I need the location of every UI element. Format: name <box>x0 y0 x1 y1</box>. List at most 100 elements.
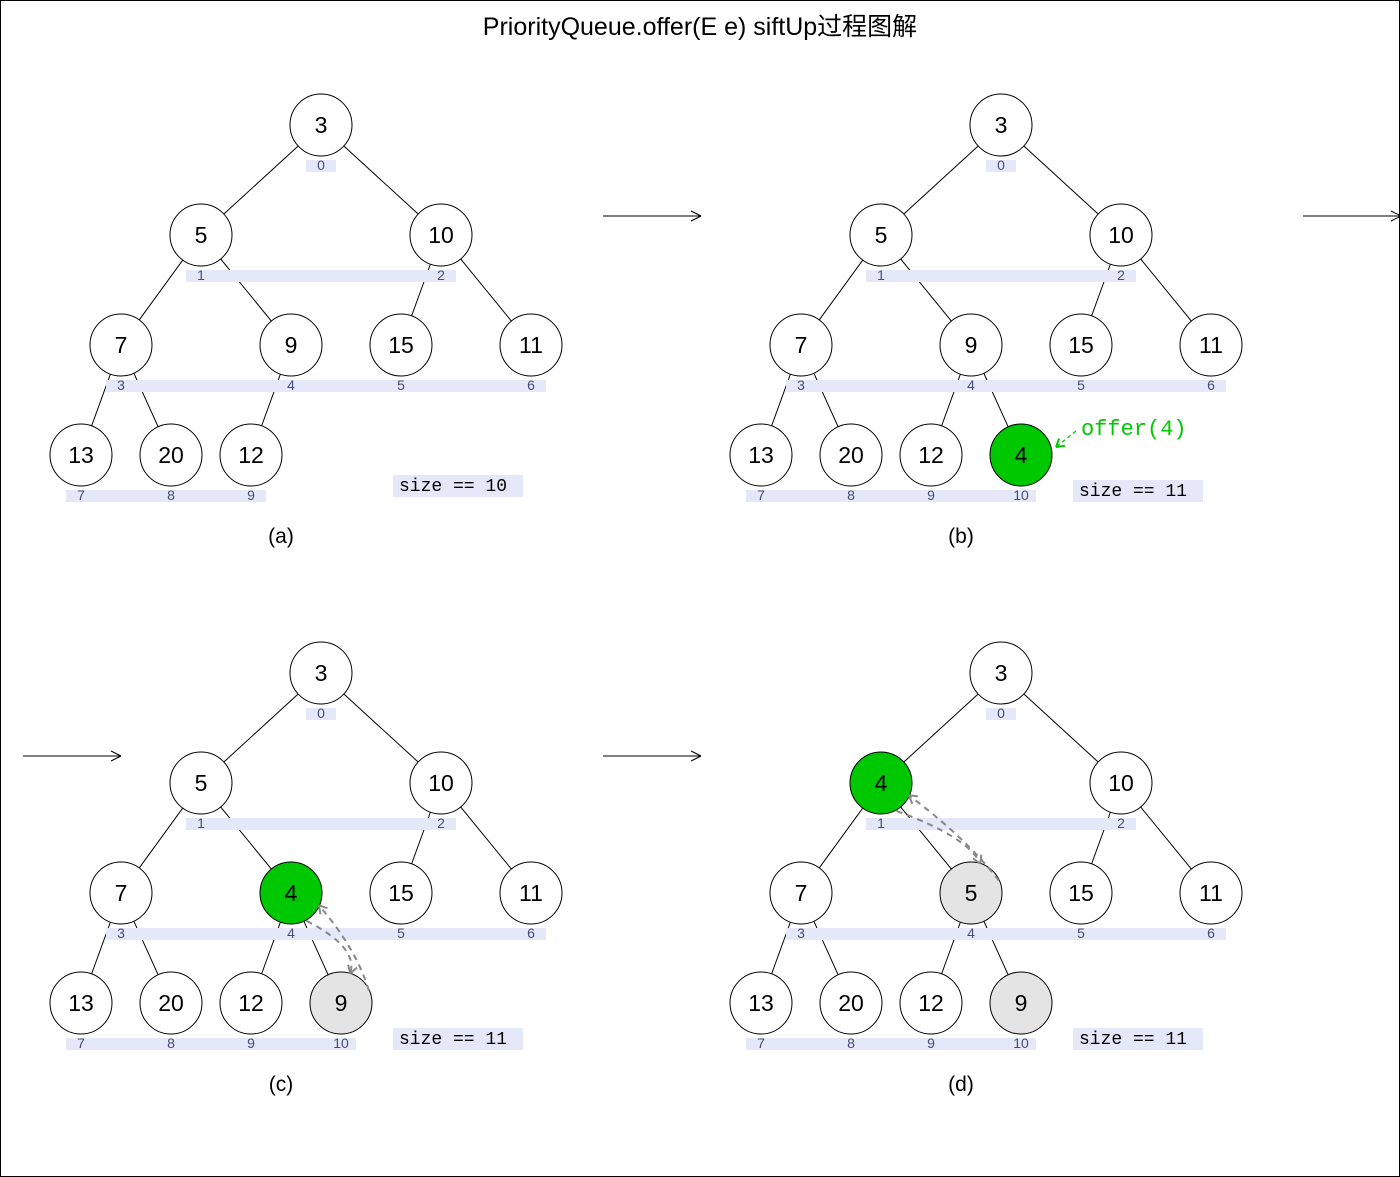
node-index: 8 <box>847 1035 855 1051</box>
node-index: 7 <box>757 487 765 503</box>
node-value: 5 <box>195 222 208 248</box>
panel-b: 01234567891035107915111320124offer(4)siz… <box>711 65 1291 585</box>
node-value: 3 <box>315 112 328 138</box>
node-index: 8 <box>847 487 855 503</box>
node-index: 4 <box>287 925 295 941</box>
node-value: 5 <box>875 222 888 248</box>
node-value: 11 <box>519 332 543 358</box>
node-index: 3 <box>117 925 125 941</box>
node-value: 4 <box>1015 442 1028 468</box>
node-index: 6 <box>527 377 535 393</box>
node-value: 11 <box>1199 880 1223 906</box>
node-index: 1 <box>877 267 885 283</box>
node-value: 15 <box>388 880 414 906</box>
node-index: 0 <box>997 157 1005 173</box>
node-index: 8 <box>167 1035 175 1051</box>
node-index: 2 <box>1117 815 1125 831</box>
node-value: 10 <box>1108 222 1134 248</box>
node-index: 6 <box>1207 925 1215 941</box>
panel-label: (b) <box>948 525 974 548</box>
node-value: 10 <box>1108 770 1134 796</box>
transition-arrow <box>601 201 711 231</box>
node-value: 20 <box>838 990 864 1016</box>
node-index: 4 <box>967 377 975 393</box>
node-index: 7 <box>77 1035 85 1051</box>
node-value: 7 <box>115 332 128 358</box>
panel-label: (d) <box>948 1073 974 1096</box>
node-value: 3 <box>995 660 1008 686</box>
node-value: 9 <box>285 332 298 358</box>
node-index: 3 <box>797 925 805 941</box>
node-index: 0 <box>317 705 325 721</box>
node-index: 5 <box>1077 377 1085 393</box>
node-value: 7 <box>115 880 128 906</box>
node-index: 7 <box>757 1035 765 1051</box>
node-index: 1 <box>197 267 205 283</box>
node-value: 12 <box>238 990 264 1016</box>
node-index: 0 <box>997 705 1005 721</box>
node-value: 11 <box>1199 332 1223 358</box>
diagram-title: PriorityQueue.offer(E e) siftUp过程图解 <box>1 7 1399 43</box>
node-value: 7 <box>795 332 808 358</box>
panel-label: (c) <box>269 1073 294 1096</box>
node-value: 9 <box>335 990 348 1016</box>
node-value: 13 <box>748 442 774 468</box>
node-value: 5 <box>965 880 978 906</box>
node-value: 20 <box>158 442 184 468</box>
node-value: 3 <box>995 112 1008 138</box>
node-index: 4 <box>967 925 975 941</box>
panel-d: 01234567891034107515111320129size == 11(… <box>711 613 1291 1133</box>
node-value: 10 <box>428 222 454 248</box>
node-index: 9 <box>247 487 255 503</box>
transition-arrow <box>21 741 131 771</box>
node-index: 5 <box>397 377 405 393</box>
node-index: 1 <box>877 815 885 831</box>
node-value: 13 <box>68 990 94 1016</box>
node-index: 9 <box>247 1035 255 1051</box>
size-label: size == 11 <box>1079 1030 1187 1050</box>
node-value: 9 <box>1015 990 1028 1016</box>
node-value: 10 <box>428 770 454 796</box>
size-label: size == 11 <box>1079 482 1187 502</box>
node-value: 11 <box>519 880 543 906</box>
panel-a: 01234567893510791511132012size == 10(a) <box>31 65 611 585</box>
node-value: 7 <box>795 880 808 906</box>
node-value: 12 <box>238 442 264 468</box>
offer-label: offer(4) <box>1081 417 1187 442</box>
node-value: 15 <box>388 332 414 358</box>
node-index: 3 <box>117 377 125 393</box>
node-value: 5 <box>195 770 208 796</box>
size-label: size == 11 <box>399 1030 507 1050</box>
node-index: 0 <box>317 157 325 173</box>
panel-c: 01234567891035107415111320129size == 11(… <box>31 613 611 1133</box>
node-index: 2 <box>1117 267 1125 283</box>
node-value: 13 <box>748 990 774 1016</box>
node-index: 1 <box>197 815 205 831</box>
node-index: 10 <box>1013 1035 1029 1051</box>
transition-arrow <box>601 741 711 771</box>
node-index: 5 <box>397 925 405 941</box>
node-value: 20 <box>838 442 864 468</box>
node-index: 6 <box>527 925 535 941</box>
node-value: 9 <box>965 332 978 358</box>
node-value: 4 <box>285 880 298 906</box>
node-index: 2 <box>437 267 445 283</box>
node-value: 12 <box>918 442 944 468</box>
node-index: 6 <box>1207 377 1215 393</box>
node-index: 5 <box>1077 925 1085 941</box>
size-label: size == 10 <box>399 477 507 497</box>
node-value: 20 <box>158 990 184 1016</box>
node-index: 4 <box>287 377 295 393</box>
node-index: 10 <box>333 1035 349 1051</box>
node-value: 4 <box>875 770 888 796</box>
panel-label: (a) <box>268 525 294 548</box>
node-value: 15 <box>1068 880 1094 906</box>
node-index: 9 <box>927 1035 935 1051</box>
node-index: 9 <box>927 487 935 503</box>
node-index: 10 <box>1013 487 1029 503</box>
node-value: 3 <box>315 660 328 686</box>
node-index: 8 <box>167 487 175 503</box>
node-value: 15 <box>1068 332 1094 358</box>
node-index: 3 <box>797 377 805 393</box>
node-index: 7 <box>77 487 85 503</box>
